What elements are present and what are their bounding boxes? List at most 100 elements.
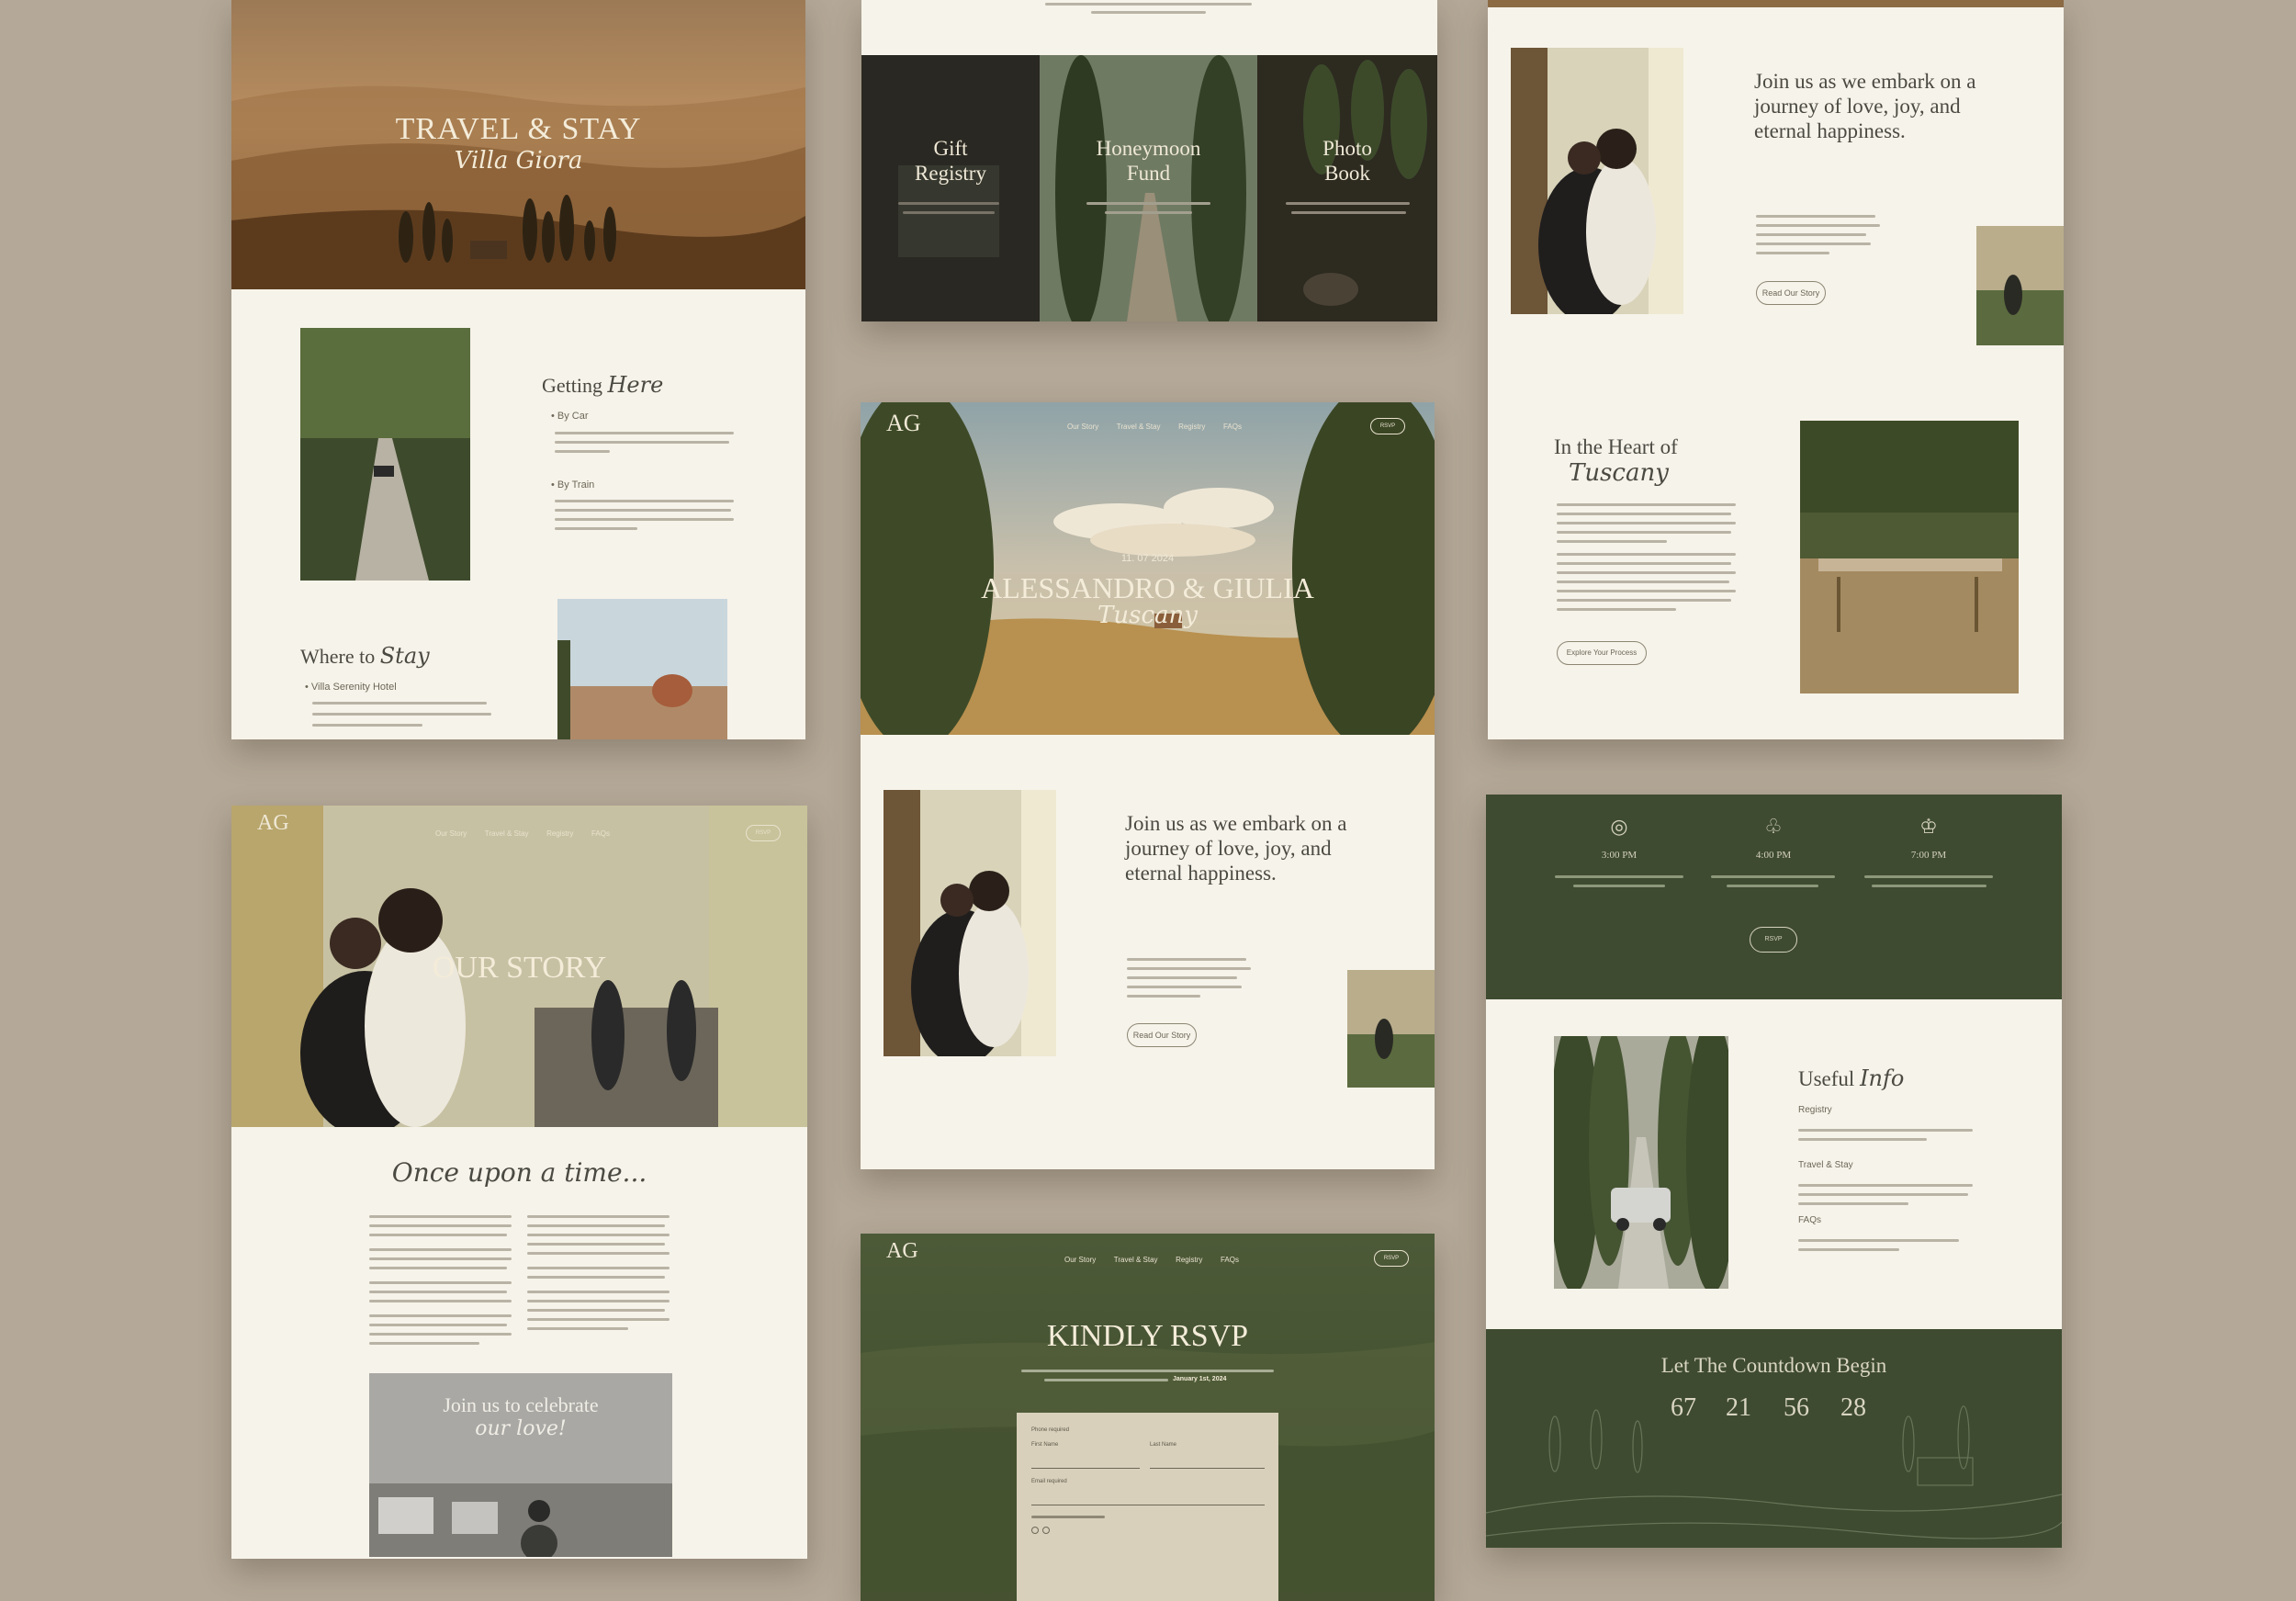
schedule-rsvp-button[interactable]: RSVP [1750,927,1797,953]
text-line [312,713,491,716]
text-line [1291,211,1406,214]
info-item-travel[interactable]: Travel & Stay [1798,1160,1853,1170]
text-line [1557,513,1731,515]
getting-title: Getting [542,374,602,397]
rsvp-monogram: AG [886,1239,918,1263]
nav-item-registry[interactable]: Registry [1176,1256,1202,1264]
last-name-field[interactable] [1150,1468,1265,1469]
countdown-days: 67 [1671,1393,1696,1422]
nav-item-faqs[interactable]: FAQs [1223,423,1242,431]
read-our-story-button[interactable]: Read Our Story [1756,281,1826,305]
honeymoon-fund-title: Honeymoon Fund [1040,136,1257,186]
radio-option[interactable] [1042,1527,1050,1534]
text-line [1557,540,1667,543]
story-headline: Join us as we embark on a journey of lov… [1754,70,1976,142]
text-line [527,1300,670,1302]
text-line [527,1224,665,1227]
travel-hero-title: TRAVEL & STAY [395,112,642,146]
nav-rsvp-button[interactable]: RSVP [1370,418,1405,434]
text-line [1105,211,1192,214]
nav-item-travel-stay[interactable]: Travel & Stay [1114,1256,1158,1264]
text-line [1557,531,1731,534]
road-trees-image [300,328,470,581]
text-line [369,1234,507,1236]
story-heart-page: Join us as we embark on a journey of lov… [1488,0,2064,739]
ceremony-icon: ◎ [1610,815,1628,838]
nav-item-registry[interactable]: Registry [1178,423,1205,431]
rsvp-nav-button[interactable]: RSVP [1374,1250,1409,1267]
text-line [369,1224,512,1227]
text-line [1127,958,1246,961]
panel-title-line: Gift [933,137,968,160]
home-script: Tuscany [1097,602,1198,629]
countdown-band: Let The Countdown Begin 67 21 56 28 [1486,1329,2062,1548]
story-nav-rsvp-button[interactable]: RSVP [746,825,781,841]
text-line [1127,976,1237,979]
rsvp-nav: Our Story Travel & Stay Registry FAQs [1064,1256,1239,1264]
text-line [1286,202,1410,205]
text-line [1127,967,1251,970]
text-line [1127,986,1242,988]
text-line [555,500,734,502]
text-line [1557,562,1731,565]
photo-book-panel[interactable] [1257,55,1437,321]
our-story-title: OUR STORY [432,951,607,985]
text-line [1756,215,1875,218]
radio-option[interactable] [1031,1527,1039,1534]
honeymoon-fund-panel[interactable] [1040,55,1257,321]
nav-item-faqs[interactable]: FAQs [1221,1256,1239,1264]
home-couple-image [884,790,1056,1056]
info-item-faqs[interactable]: FAQs [1798,1215,1821,1225]
nav-item-registry[interactable]: Registry [546,829,573,838]
nav-item-our-story[interactable]: Our Story [435,829,467,838]
cypress-road-image [1554,1036,1728,1289]
story-monogram: AG [257,811,289,835]
travel-hero-script: Villa Giora [454,147,583,175]
text-line [1045,3,1252,6]
text-line [1555,875,1683,878]
panel-title-line: Registry [915,162,986,185]
nav-item-travel-stay[interactable]: Travel & Stay [1117,423,1161,431]
text-line [1756,233,1866,236]
text-line [527,1318,670,1321]
text-line [527,1291,670,1293]
panel-title-line: Fund [1126,162,1171,185]
text-line [1727,885,1818,887]
hotel-label: • Villa Serenity Hotel [305,682,397,693]
text-line [369,1291,507,1293]
panel-title-line: Book [1324,162,1370,185]
registry-page: Gift Registry Honeymoon Fund Photo Book [861,0,1437,321]
gift-registry-panel[interactable] [861,55,1040,321]
text-line [369,1314,512,1317]
text-line [1557,553,1736,556]
useful-script: Info [1860,1065,1905,1091]
text-line [1798,1239,1959,1242]
text-line [555,432,734,434]
explore-process-button[interactable]: Explore Your Process [1557,641,1647,665]
text-line [1573,885,1665,887]
nav-item-our-story[interactable]: Our Story [1064,1256,1096,1264]
text-line [312,724,422,727]
text-line [555,441,729,444]
text-line [369,1300,512,1302]
gift-registry-title: Gift Registry [861,136,1040,186]
home-hero-image [861,402,1435,735]
text-line [1044,1379,1168,1381]
text-line [312,702,487,705]
last-name-label: Last Name [1150,1442,1177,1448]
text-line [369,1248,512,1251]
first-name-field[interactable] [1031,1468,1140,1469]
wedding-date: 11. 07 2024 [1120,553,1175,564]
useful-info-title: Useful Info [1798,1065,1904,1091]
schedule-info-page: ◎ ♧ ♔ 3:00 PM 4:00 PM 7:00 PM RSVP Usefu… [1486,795,2062,1548]
text-line [1872,885,1986,887]
text-line [1557,522,1736,524]
celebrate-title: Join us to celebrate [443,1393,599,1416]
nav-item-our-story[interactable]: Our Story [1067,423,1098,431]
info-item-registry[interactable]: Registry [1798,1105,1832,1115]
nav-item-faqs[interactable]: FAQs [591,829,610,838]
home-read-story-button[interactable]: Read Our Story [1127,1023,1197,1047]
nav-item-travel-stay[interactable]: Travel & Stay [485,829,529,838]
home-field-image [1347,970,1435,1088]
text-line [1557,608,1676,611]
